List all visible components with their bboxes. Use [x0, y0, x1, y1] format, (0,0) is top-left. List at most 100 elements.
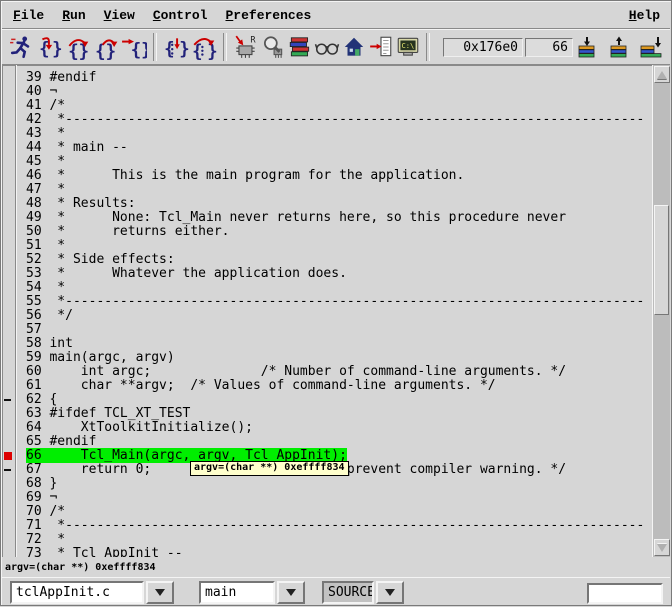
step-instruction-icon: { }	[163, 34, 189, 60]
source-line[interactable]: 46 * This is the main program for the ap…	[2, 169, 653, 183]
run-to-cursor-button[interactable]: {}	[120, 32, 148, 62]
line-gutter	[2, 449, 15, 463]
menu-help[interactable]: Help	[619, 8, 670, 23]
svg-text:}: }	[179, 40, 189, 60]
reset-target-button[interactable]: R	[232, 32, 259, 62]
line-text: 52 * Side effects:	[26, 253, 175, 267]
toolbar: { } {} {} {}	[2, 30, 670, 65]
source-line[interactable]: 63 #ifdef TCL_XT_TEST	[2, 407, 653, 421]
source-line[interactable]: 53 * Whatever the application does.	[2, 267, 653, 281]
line-gutter	[2, 533, 15, 547]
menubar-items: FileRunViewControlPreferences	[4, 8, 320, 23]
line-gutter	[2, 365, 15, 379]
source-line[interactable]: 39 #endif	[2, 71, 653, 85]
file-selector[interactable]: tclAppInit.c	[10, 581, 174, 604]
stack-frame-up-button[interactable]	[605, 32, 632, 62]
source-line[interactable]: 65 #endif	[2, 435, 653, 449]
line-text: 45 *	[26, 155, 65, 169]
line-gutter	[2, 295, 15, 309]
source-line[interactable]: 52 * Side effects:	[2, 253, 653, 267]
line-text: 40 ¬	[26, 85, 57, 99]
line-text: 70 /*	[26, 505, 65, 519]
status-bar: argv=(char **) 0xeffff834	[2, 557, 670, 577]
step-into-button[interactable]: { }	[36, 32, 64, 62]
debugger-window: FileRunViewControlPreferences Help { }	[0, 0, 672, 606]
source-line[interactable]: 57	[2, 323, 653, 337]
source-line[interactable]: 56 */	[2, 309, 653, 323]
line-text: 54 *	[26, 281, 65, 295]
source-lines: 39 #endif40 ¬41 /*42 *------------------…	[2, 65, 653, 557]
view-mode-dropdown-button[interactable]	[376, 581, 404, 604]
library-button[interactable]	[286, 32, 313, 62]
scroll-up-button[interactable]	[654, 66, 670, 83]
line-text: 64 XtToolkitInitialize();	[26, 421, 253, 435]
next-instruction-button[interactable]: { }	[190, 32, 218, 62]
source-line[interactable]: 51 *	[2, 239, 653, 253]
source-line[interactable]: 50 * returns either.	[2, 225, 653, 239]
menu-run[interactable]: Run	[53, 8, 94, 23]
stack-frame-bottom-button[interactable]	[637, 32, 664, 62]
source-line[interactable]: 60 int argc; /* Number of command-line a…	[2, 365, 653, 379]
line-gutter	[2, 155, 15, 169]
run-button[interactable]	[8, 32, 36, 62]
source-line[interactable]: 42 *------------------------------------…	[2, 113, 653, 127]
line-text: 42 *------------------------------------…	[26, 113, 644, 127]
menu-file[interactable]: File	[4, 8, 53, 23]
source-line[interactable]: 48 * Results:	[2, 197, 653, 211]
goto-line-button[interactable]	[367, 32, 394, 62]
source-line[interactable]: 70 /*	[2, 505, 653, 519]
footer-text-field[interactable]	[587, 583, 663, 604]
scrollbar-thumb[interactable]	[654, 205, 669, 315]
source-line[interactable]: 43 *	[2, 127, 653, 141]
function-selector[interactable]: main	[199, 581, 305, 604]
source-line[interactable]: 72 *	[2, 533, 653, 547]
address-field[interactable]: 0x176e0	[443, 38, 523, 57]
vertical-scrollbar[interactable]	[652, 65, 670, 557]
menu-control[interactable]: Control	[144, 8, 217, 23]
source-line[interactable]: 64 XtToolkitInitialize();	[2, 421, 653, 435]
source-line[interactable]: 44 * main --	[2, 141, 653, 155]
view-mode-selector[interactable]: SOURCE	[322, 581, 404, 604]
line-gutter	[2, 225, 15, 239]
step-over-button[interactable]: {}	[64, 32, 92, 62]
step-instruction-button[interactable]: { }	[162, 32, 190, 62]
scroll-down-button[interactable]	[654, 539, 670, 556]
line-gutter	[2, 505, 15, 519]
step-over-icon: {}	[65, 34, 91, 60]
menubar: FileRunViewControlPreferences Help	[2, 2, 670, 29]
function-selector-dropdown-button[interactable]	[277, 581, 305, 604]
source-line[interactable]: 49 * None: Tcl_Main never returns here, …	[2, 211, 653, 225]
source-line[interactable]: 45 *	[2, 155, 653, 169]
line-text: 53 * Whatever the application does.	[26, 267, 347, 281]
source-line[interactable]: 47 *	[2, 183, 653, 197]
source-line[interactable]: 59 main(argc, argv)	[2, 351, 653, 365]
menu-view[interactable]: View	[95, 8, 144, 23]
console-button[interactable]: C:\	[394, 32, 421, 62]
source-line[interactable]: 73 * Tcl_AppInit --	[2, 547, 653, 557]
line-text: 46 * This is the main program for the ap…	[26, 169, 464, 183]
line-text: 71 *------------------------------------…	[26, 519, 644, 533]
source-line[interactable]: 71 *------------------------------------…	[2, 519, 653, 533]
browse-icon	[314, 34, 340, 60]
source-line[interactable]: 68 }	[2, 477, 653, 491]
menu-preferences[interactable]: Preferences	[216, 8, 320, 23]
source-line[interactable]: 41 /*	[2, 99, 653, 113]
source-line[interactable]: 62 {	[2, 393, 653, 407]
source-line[interactable]: 58 int	[2, 337, 653, 351]
source-line[interactable]: 55 *------------------------------------…	[2, 295, 653, 309]
source-line[interactable]: 54 *	[2, 281, 653, 295]
view-mode-selector-value: SOURCE	[322, 581, 374, 604]
stack-frame-down-button[interactable]	[573, 32, 600, 62]
source-line[interactable]: 61 char **argv; /* Values of command-lin…	[2, 379, 653, 393]
source-line[interactable]: 69 ¬	[2, 491, 653, 505]
browse-button[interactable]	[313, 32, 340, 62]
line-number-field[interactable]: 66	[525, 38, 573, 57]
goto-line-icon	[368, 34, 394, 60]
inspect-button[interactable]	[259, 32, 286, 62]
source-line[interactable]: 40 ¬	[2, 85, 653, 99]
gutter-divider	[15, 65, 17, 557]
step-out-button[interactable]: {}	[92, 32, 120, 62]
line-text: 58 int	[26, 337, 73, 351]
file-selector-dropdown-button[interactable]	[146, 581, 174, 604]
home-button[interactable]	[340, 32, 367, 62]
